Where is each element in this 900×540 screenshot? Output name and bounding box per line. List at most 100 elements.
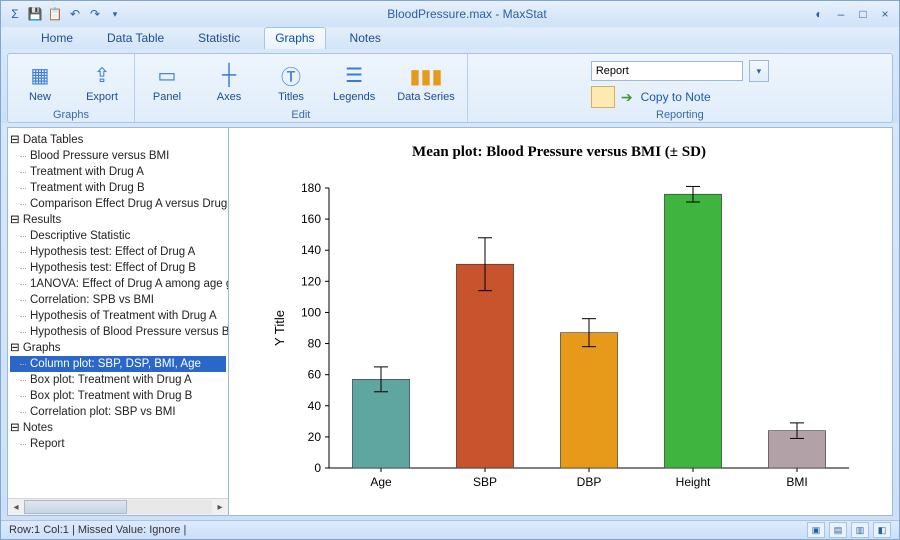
legends-button[interactable]: ☰Legends	[329, 61, 379, 105]
tree-item[interactable]: Hypothesis of Blood Pressure versus BMI	[10, 324, 226, 340]
arrow-icon: ➔	[621, 89, 633, 106]
scroll-right-icon[interactable]: ▸	[212, 502, 228, 513]
svg-text:60: 60	[308, 368, 322, 382]
svg-text:20: 20	[308, 430, 322, 444]
tree-item[interactable]: Hypothesis test: Effect of Drug B	[10, 260, 226, 276]
quick-access-toolbar: Σ 💾 📋 ↶ ↷ ▾	[7, 6, 123, 22]
window-title: BloodPressure.max - MaxStat	[123, 7, 811, 21]
tree-item[interactable]: Report	[10, 436, 226, 452]
scroll-left-icon[interactable]: ◂	[8, 502, 24, 513]
minimize-icon[interactable]: –	[833, 6, 849, 22]
tree-item[interactable]: Hypothesis of Treatment with Drug A	[10, 308, 226, 324]
tree-item[interactable]: Hypothesis test: Effect of Drug A	[10, 244, 226, 260]
help-icon[interactable]: ◐	[811, 6, 827, 22]
maximize-icon[interactable]: □	[855, 6, 871, 22]
tree-item[interactable]: Comparison Effect Drug A versus Drug B	[10, 196, 226, 212]
tree-item[interactable]: Correlation plot: SBP vs BMI	[10, 404, 226, 420]
tree-item[interactable]: Treatment with Drug A	[10, 164, 226, 180]
tree-group-head[interactable]: Notes	[10, 420, 226, 436]
titlebar: Σ 💾 📋 ↶ ↷ ▾ BloodPressure.max - MaxStat …	[1, 1, 899, 27]
app-window: Σ 💾 📋 ↶ ↷ ▾ BloodPressure.max - MaxStat …	[0, 0, 900, 540]
save-icon[interactable]: 💾	[27, 6, 43, 22]
titles-button[interactable]: ⓉTitles	[267, 61, 315, 105]
close-icon[interactable]: ×	[877, 6, 893, 22]
panel-button[interactable]: ▭Panel	[143, 61, 191, 105]
svg-text:Height: Height	[676, 475, 711, 489]
export-button[interactable]: ⇪Export	[78, 61, 126, 105]
svg-text:80: 80	[308, 337, 322, 351]
redo-icon[interactable]: ↷	[87, 6, 103, 22]
svg-text:Mean plot: Blood Pressure vers: Mean plot: Blood Pressure versus BMI (± …	[412, 144, 706, 160]
data-series-button[interactable]: ▮▮▮Data Series	[393, 62, 458, 104]
data-series-icon: ▮▮▮	[412, 64, 440, 90]
tree-item[interactable]: Descriptive Statistic	[10, 228, 226, 244]
new-chart-icon: ▦	[26, 63, 54, 89]
tree-item[interactable]: Column plot: SBP, DSP, BMI, Age	[10, 356, 226, 372]
tree-item[interactable]: Box plot: Treatment with Drug A	[10, 372, 226, 388]
export-icon: ⇪	[88, 63, 116, 89]
status-btn-4[interactable]: ◧	[873, 522, 891, 538]
svg-text:BMI: BMI	[786, 475, 807, 489]
tab-data-table[interactable]: Data Table	[97, 28, 174, 49]
tree-item[interactable]: Box plot: Treatment with Drug B	[10, 388, 226, 404]
panel-icon: ▭	[153, 63, 181, 89]
status-right: ▣ ▤ ▥ ◧	[807, 522, 891, 538]
copy-to-note-button[interactable]: ➔ Copy to Note	[591, 86, 769, 108]
tree-item[interactable]: Treatment with Drug B	[10, 180, 226, 196]
svg-text:100: 100	[301, 305, 321, 319]
note-icon	[591, 86, 615, 108]
scroll-track[interactable]	[24, 500, 212, 514]
app-icon: Σ	[7, 6, 23, 22]
status-btn-1[interactable]: ▣	[807, 522, 825, 538]
tab-notes[interactable]: Notes	[340, 28, 391, 49]
scroll-thumb[interactable]	[24, 500, 127, 514]
svg-text:180: 180	[301, 181, 321, 195]
ribbon-group-label: Reporting	[476, 109, 884, 122]
svg-text:DBP: DBP	[577, 475, 602, 489]
project-tree-panel: Data TablesBlood Pressure versus BMITrea…	[8, 128, 229, 515]
svg-text:Y Title: Y Title	[272, 310, 287, 346]
ribbon-group-label: Graphs	[16, 109, 126, 122]
undo-icon[interactable]: ↶	[67, 6, 83, 22]
axes-icon: ┼	[215, 63, 243, 89]
tree-item[interactable]: Correlation: SPB vs BMI	[10, 292, 226, 308]
chart-svg: Mean plot: Blood Pressure versus BMI (± …	[229, 128, 889, 515]
titles-icon: Ⓣ	[277, 63, 305, 89]
tree-item[interactable]: Blood Pressure versus BMI	[10, 148, 226, 164]
ribbon-group-graphs: ▦New ⇪Export Graphs	[8, 54, 135, 122]
window-controls: ◐ – □ ×	[811, 6, 893, 22]
ribbon: ▦New ⇪Export Graphs ▭Panel ┼Axes ⓉTitles…	[1, 49, 899, 123]
svg-text:160: 160	[301, 212, 321, 226]
status-btn-3[interactable]: ▥	[851, 522, 869, 538]
svg-text:0: 0	[314, 461, 321, 475]
tab-statistic[interactable]: Statistic	[188, 28, 250, 49]
status-btn-2[interactable]: ▤	[829, 522, 847, 538]
new-button[interactable]: ▦New	[16, 61, 64, 105]
tree-item[interactable]: 1ANOVA: Effect of Drug A among age group…	[10, 276, 226, 292]
copy-icon[interactable]: 📋	[47, 6, 63, 22]
tab-graphs[interactable]: Graphs	[264, 27, 325, 49]
qat-dropdown-icon[interactable]: ▾	[107, 6, 123, 22]
copy-to-note-label: Copy to Note	[641, 90, 711, 104]
ribbon-group-edit: ▭Panel ┼Axes ⓉTitles ☰Legends ▮▮▮Data Se…	[135, 54, 468, 122]
report-select[interactable]	[591, 61, 743, 81]
tree-group-head[interactable]: Graphs	[10, 340, 226, 356]
ribbon-group-reporting: ▾ ➔ Copy to Note Reporting	[468, 54, 892, 122]
tree-group-head[interactable]: Results	[10, 212, 226, 228]
svg-text:40: 40	[308, 399, 322, 413]
statusbar: Row:1 Col:1 | Missed Value: Ignore | ▣ ▤…	[1, 520, 899, 539]
report-dropdown-icon[interactable]: ▾	[749, 60, 769, 82]
svg-text:120: 120	[301, 274, 321, 288]
svg-text:SBP: SBP	[473, 475, 497, 489]
project-tree[interactable]: Data TablesBlood Pressure versus BMITrea…	[8, 128, 228, 498]
svg-text:140: 140	[301, 243, 321, 257]
status-left: Row:1 Col:1 | Missed Value: Ignore |	[9, 524, 186, 536]
tab-home[interactable]: Home	[31, 28, 83, 49]
menubar: Home Data Table Statistic Graphs Notes	[1, 27, 899, 49]
ribbon-group-label: Edit	[143, 109, 459, 122]
svg-text:Age: Age	[370, 475, 392, 489]
tree-hscrollbar[interactable]: ◂ ▸	[8, 498, 228, 515]
tree-group-head[interactable]: Data Tables	[10, 132, 226, 148]
axes-button[interactable]: ┼Axes	[205, 61, 253, 105]
legends-icon: ☰	[340, 63, 368, 89]
